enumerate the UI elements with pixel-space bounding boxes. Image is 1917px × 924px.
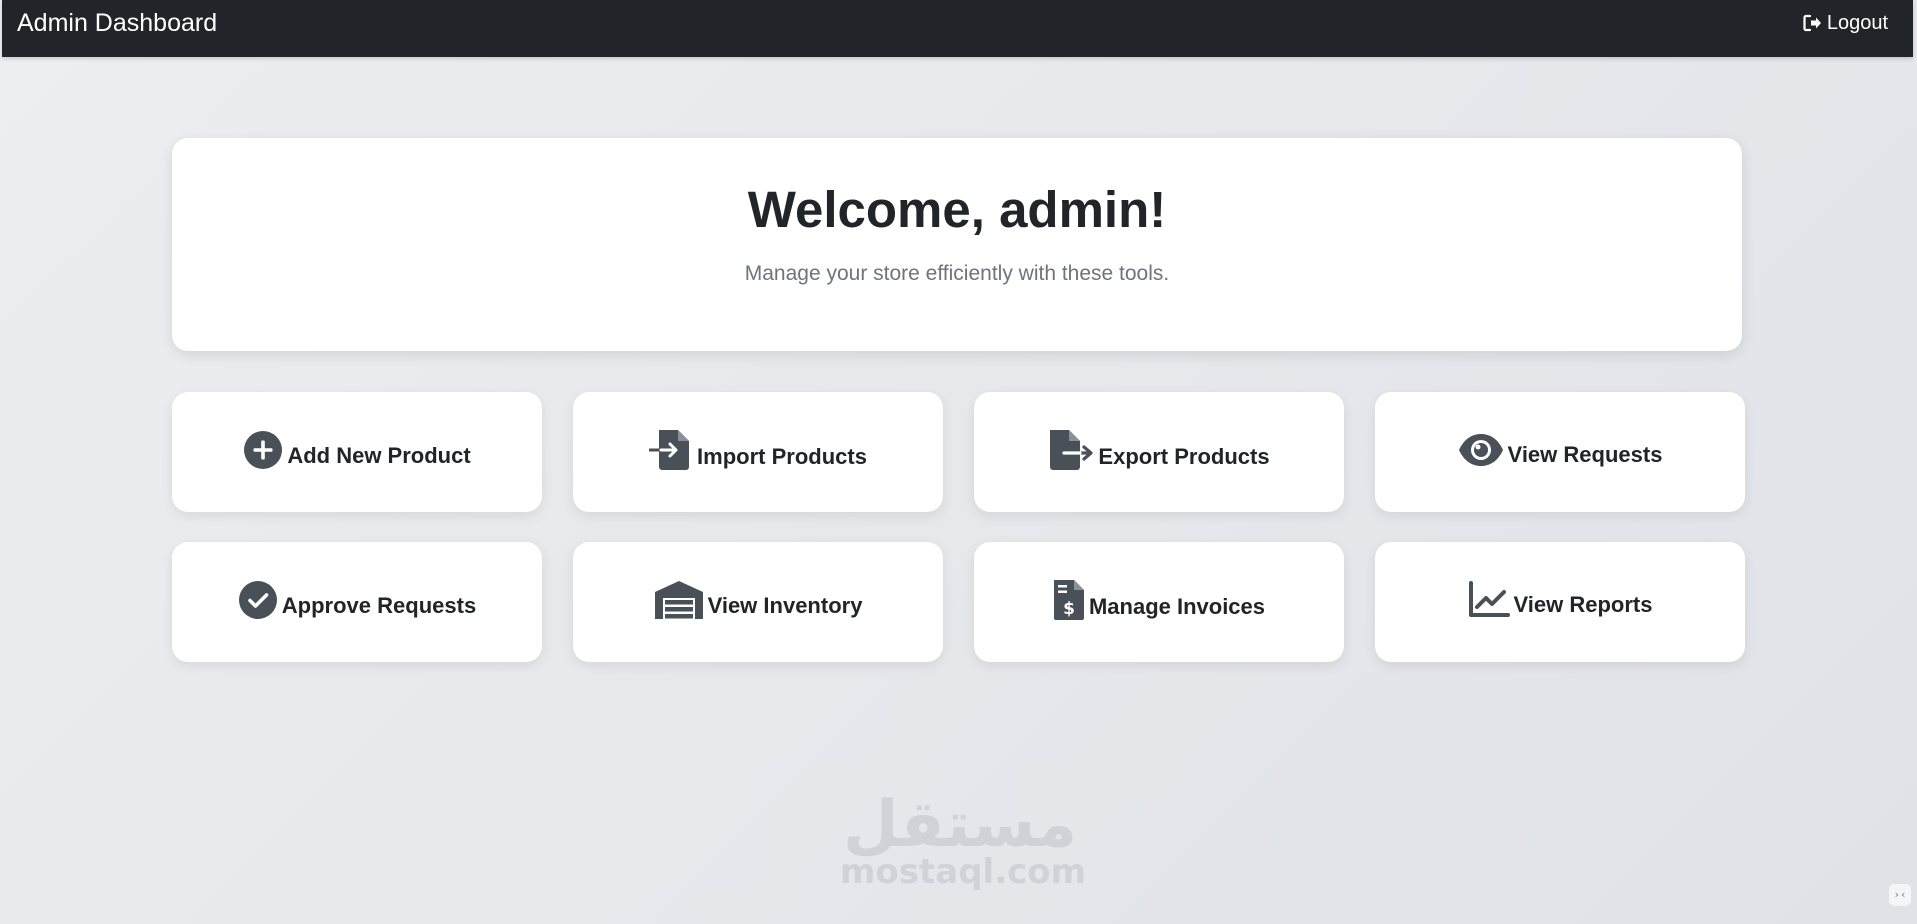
tile-view-reports[interactable]: View Reports [1375, 542, 1745, 662]
tile-label: Import Products [697, 444, 867, 469]
welcome-card: Welcome, admin! [172, 138, 1742, 351]
line-chart-icon [1468, 581, 1510, 619]
watermark-arabic: مستقل [842, 788, 1078, 862]
tile-view-requests[interactable]: View Requests [1375, 392, 1745, 512]
tile-approve-requests[interactable]: Approve Requests [172, 542, 542, 662]
tile-add-new-product[interactable]: Add New Product [172, 392, 542, 512]
tile-label: Add New Product [287, 443, 471, 468]
tile-label: Export Products [1098, 444, 1270, 469]
tile-label: View Requests [1507, 442, 1663, 467]
file-import-icon [649, 429, 693, 471]
sign-out-icon [1802, 13, 1822, 33]
file-export-icon [1048, 429, 1094, 471]
tile-label: Approve Requests [281, 593, 477, 618]
logout-button[interactable]: Logout [1802, 11, 1888, 35]
logout-label: Logout [1826, 12, 1888, 34]
warehouse-icon [654, 580, 704, 620]
watermark-logo: مستقل mostaql.com [840, 788, 1087, 892]
tile-label: View Inventory [707, 593, 863, 618]
welcome-title: Welcome, admin! [747, 181, 1167, 238]
corner-widget-icon[interactable]: ›‹ [1889, 884, 1911, 906]
welcome-subtitle: Manage your store efficiently with these… [744, 262, 1170, 285]
eye-icon [1458, 431, 1504, 469]
tile-export-products[interactable]: Export Products [974, 392, 1344, 512]
brand-title[interactable]: Admin Dashboard [17, 8, 217, 38]
tile-label: View Reports [1513, 592, 1653, 617]
watermark-latin: mostaql.com [840, 852, 1087, 892]
tile-view-inventory[interactable]: View Inventory [573, 542, 943, 662]
plus-circle-icon [243, 430, 283, 470]
invoice-dollar-icon: $ [1053, 579, 1085, 621]
tile-import-products[interactable]: Import Products [573, 392, 943, 512]
check-circle-icon [238, 580, 278, 620]
svg-text:$: $ [1063, 599, 1075, 619]
tile-manage-invoices[interactable]: $ Manage Invoices [974, 542, 1344, 662]
tile-label: Manage Invoices [1088, 594, 1266, 619]
top-navbar: Admin Dashboard Logout [2, 0, 1913, 57]
